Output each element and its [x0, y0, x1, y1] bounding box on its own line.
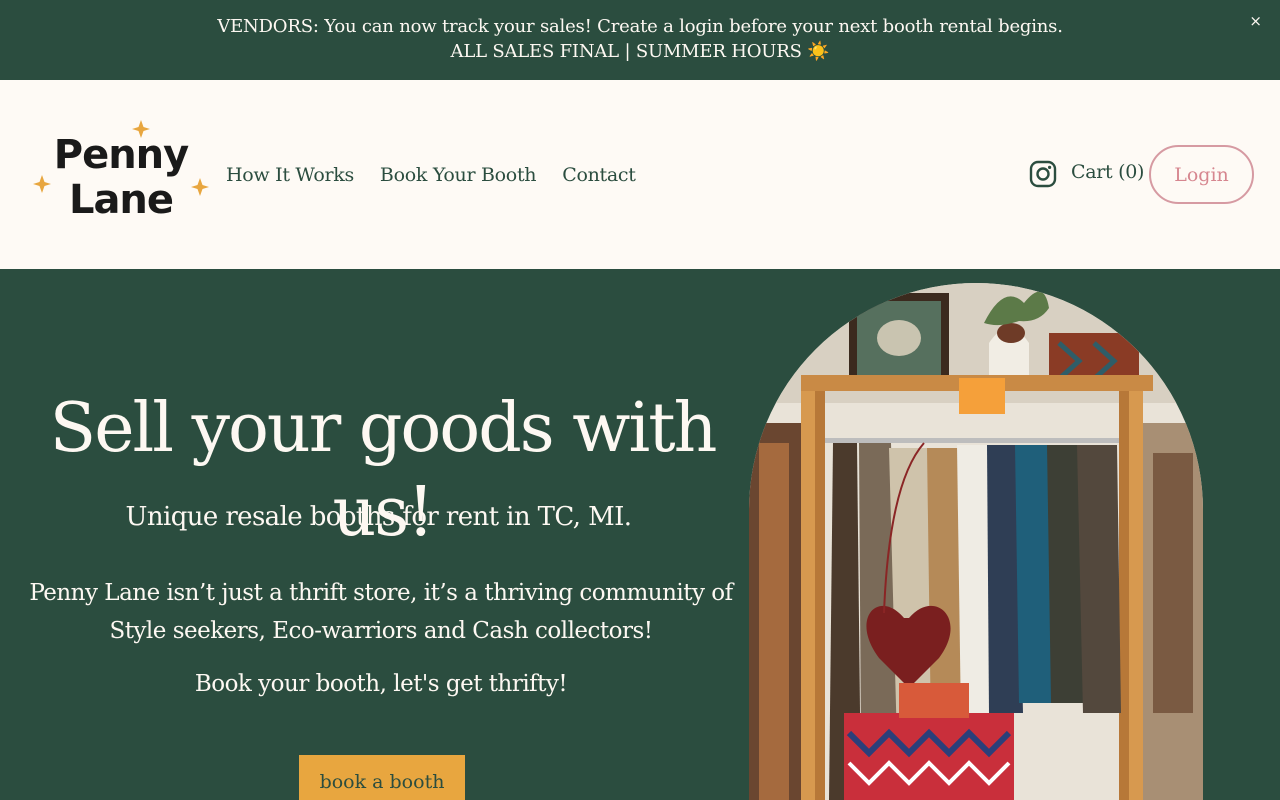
close-announcement-button[interactable]: ×	[1249, 12, 1262, 30]
logo-word-penny: Penny	[54, 132, 189, 178]
announcement-bar: VENDORS: You can now track your sales! C…	[0, 0, 1280, 80]
hero-subtitle: Unique resale booths for rent in TC, MI.	[125, 502, 633, 532]
sparkle-icon	[33, 175, 51, 193]
site-header: Penny Lane How It Works Book Your Booth …	[0, 80, 1280, 269]
announcement-line-2: ALL SALES FINAL | SUMMER HOURS ☀️	[450, 41, 830, 62]
announcement-line-1: VENDORS: You can now track your sales! C…	[217, 16, 1063, 37]
penny-lane-logo[interactable]: Penny Lane	[32, 118, 210, 220]
cart-link[interactable]: Cart (0)	[1071, 161, 1144, 183]
nav-how-it-works[interactable]: How It Works	[226, 164, 354, 186]
sparkle-icon	[191, 178, 209, 196]
logo-word-lane: Lane	[69, 177, 173, 220]
book-a-booth-button[interactable]: book a booth	[299, 755, 465, 800]
main-nav: How It Works Book Your Booth Contact	[226, 80, 636, 269]
hero-cta-text: Book your booth, let's get thrifty!	[194, 671, 568, 697]
hero-description-line-2: Style seekers, Eco-warriors and Cash col…	[109, 618, 653, 644]
hero-description: Penny Lane isn’t just a thrift store, it…	[0, 574, 762, 650]
booth-photo	[749, 283, 1203, 800]
nav-contact[interactable]: Contact	[562, 164, 636, 186]
booth-photo-image	[749, 283, 1203, 800]
hero-section: Sell your goods with us! Unique resale b…	[0, 269, 1280, 800]
login-button[interactable]: Login	[1149, 145, 1254, 204]
nav-book-your-booth[interactable]: Book Your Booth	[380, 164, 537, 186]
hero-description-line-1: Penny Lane isn’t just a thrift store, it…	[29, 580, 733, 606]
instagram-icon[interactable]	[1029, 160, 1057, 188]
